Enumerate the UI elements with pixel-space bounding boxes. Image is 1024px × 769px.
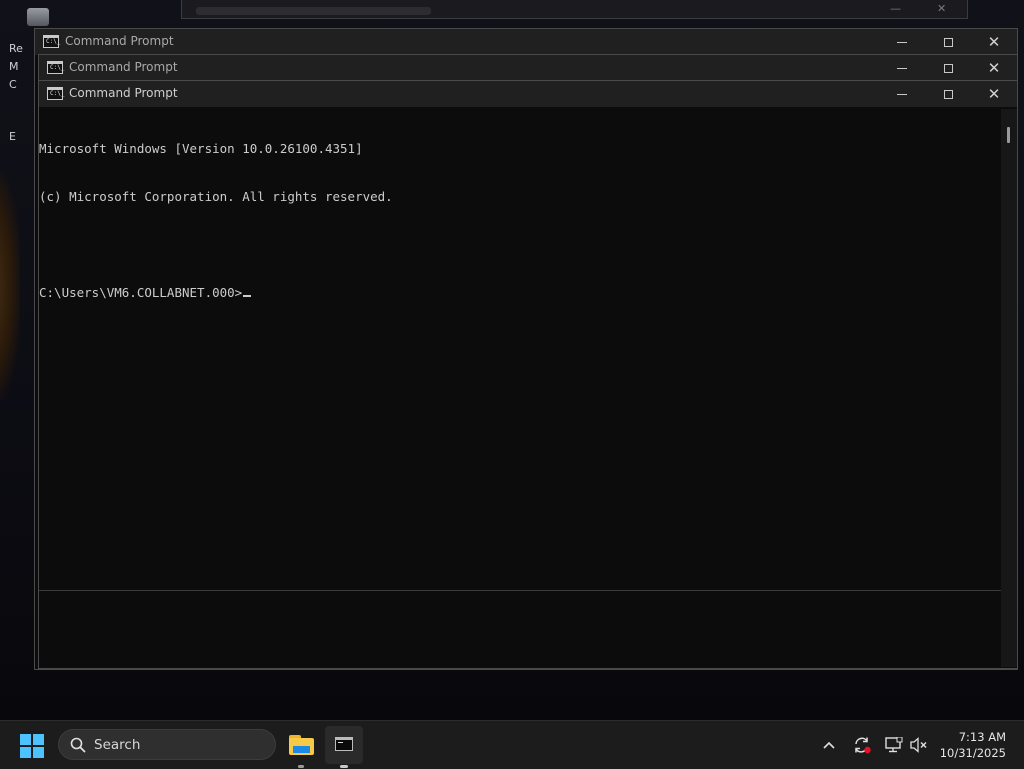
close-icon: ✕ xyxy=(987,32,1001,51)
sync-status-button[interactable] xyxy=(850,721,874,769)
minimize-icon xyxy=(897,67,907,69)
command-prompt-icon: C:\_ xyxy=(47,87,64,100)
taskbar-search[interactable]: Search xyxy=(58,729,276,760)
volume-muted-icon xyxy=(910,737,927,753)
background-window[interactable]: — ✕ xyxy=(181,0,968,19)
show-hidden-icons-button[interactable] xyxy=(818,721,840,769)
minimize-icon xyxy=(897,41,907,43)
desktop-icon-label[interactable]: Re xyxy=(9,42,23,55)
network-icon xyxy=(885,737,903,753)
title-bar[interactable]: C:\_ Command Prompt ✕ xyxy=(35,29,1017,55)
terminal-icon xyxy=(335,737,353,751)
minimize-button[interactable] xyxy=(879,81,925,107)
title-bar[interactable]: C:\_ Command Prompt ✕ xyxy=(39,81,1017,107)
maximize-button[interactable] xyxy=(925,29,971,55)
close-button[interactable]: ✕ xyxy=(971,29,1017,55)
volume-button[interactable] xyxy=(908,721,930,769)
sync-icon xyxy=(855,737,871,754)
folder-icon xyxy=(289,735,314,755)
desktop-label-fragment: C xyxy=(9,78,17,91)
minimize-button[interactable] xyxy=(879,55,925,81)
desktop: Re M C E — ✕ C:\_ Command Prompt ✕ C:\_ … xyxy=(0,0,1024,720)
clock-date: 10/31/2025 xyxy=(939,746,1006,760)
command-prompt-window-active[interactable]: C:\_ Command Prompt ✕ Microsoft Windows … xyxy=(38,80,1018,669)
search-icon xyxy=(70,737,86,753)
text-cursor xyxy=(243,295,252,297)
command-prompt-icon: C:\_ xyxy=(47,61,64,74)
chevron-up-icon xyxy=(823,741,835,749)
command-prompt-icon: C:\_ xyxy=(43,35,60,48)
console-lower-area xyxy=(39,590,1001,668)
window-title: Command Prompt xyxy=(69,86,178,100)
window-title: Command Prompt xyxy=(65,34,174,48)
close-icon[interactable]: ✕ xyxy=(937,2,946,15)
taskbar-command-prompt[interactable] xyxy=(325,726,363,768)
network-button[interactable] xyxy=(883,721,905,769)
windows-logo-icon xyxy=(33,747,44,758)
close-button[interactable]: ✕ xyxy=(971,55,1017,81)
maximize-icon xyxy=(943,89,953,99)
windows-logo-icon xyxy=(33,734,44,745)
window-title: Command Prompt xyxy=(69,60,178,74)
clock-time: 7:13 AM xyxy=(958,730,1006,744)
close-button[interactable]: ✕ xyxy=(971,81,1017,107)
search-placeholder: Search xyxy=(94,737,141,753)
windows-logo-icon xyxy=(20,747,31,758)
wallpaper-glow xyxy=(0,170,20,400)
title-bar[interactable]: C:\_ Command Prompt ✕ xyxy=(39,55,1017,81)
background-window-titlebar xyxy=(196,7,431,15)
desktop-label-fragment: E xyxy=(9,130,16,143)
maximize-icon xyxy=(943,37,953,47)
desktop-label-fragment: M xyxy=(9,60,19,73)
minimize-icon xyxy=(897,93,907,95)
console-output[interactable]: Microsoft Windows [Version 10.0.26100.43… xyxy=(39,109,1001,591)
minimize-button[interactable] xyxy=(879,29,925,55)
console-line: (c) Microsoft Corporation. All rights re… xyxy=(39,189,393,204)
scrollbar-thumb[interactable] xyxy=(1007,127,1010,143)
start-button[interactable] xyxy=(20,734,44,758)
system-clock[interactable]: 7:13 AM 10/31/2025 xyxy=(940,729,1006,761)
windows-logo-icon xyxy=(20,734,31,745)
maximize-button[interactable] xyxy=(925,81,971,107)
close-icon: ✕ xyxy=(987,84,1001,103)
recycle-bin-icon[interactable] xyxy=(27,8,49,26)
taskbar: Search 7:13 AM 10/31/2025 xyxy=(0,720,1024,769)
taskbar-file-explorer[interactable] xyxy=(282,726,320,768)
maximize-button[interactable] xyxy=(925,55,971,81)
close-icon: ✕ xyxy=(987,58,1001,77)
minimize-icon[interactable]: — xyxy=(890,2,901,15)
console-line: Microsoft Windows [Version 10.0.26100.43… xyxy=(39,141,363,156)
command-prompt-line[interactable]: C:\Users\VM6.COLLABNET.000> xyxy=(39,285,1001,301)
vertical-scrollbar[interactable] xyxy=(1001,109,1017,667)
maximize-icon xyxy=(943,63,953,73)
prompt-path: C:\Users\VM6.COLLABNET.000> xyxy=(39,285,243,300)
